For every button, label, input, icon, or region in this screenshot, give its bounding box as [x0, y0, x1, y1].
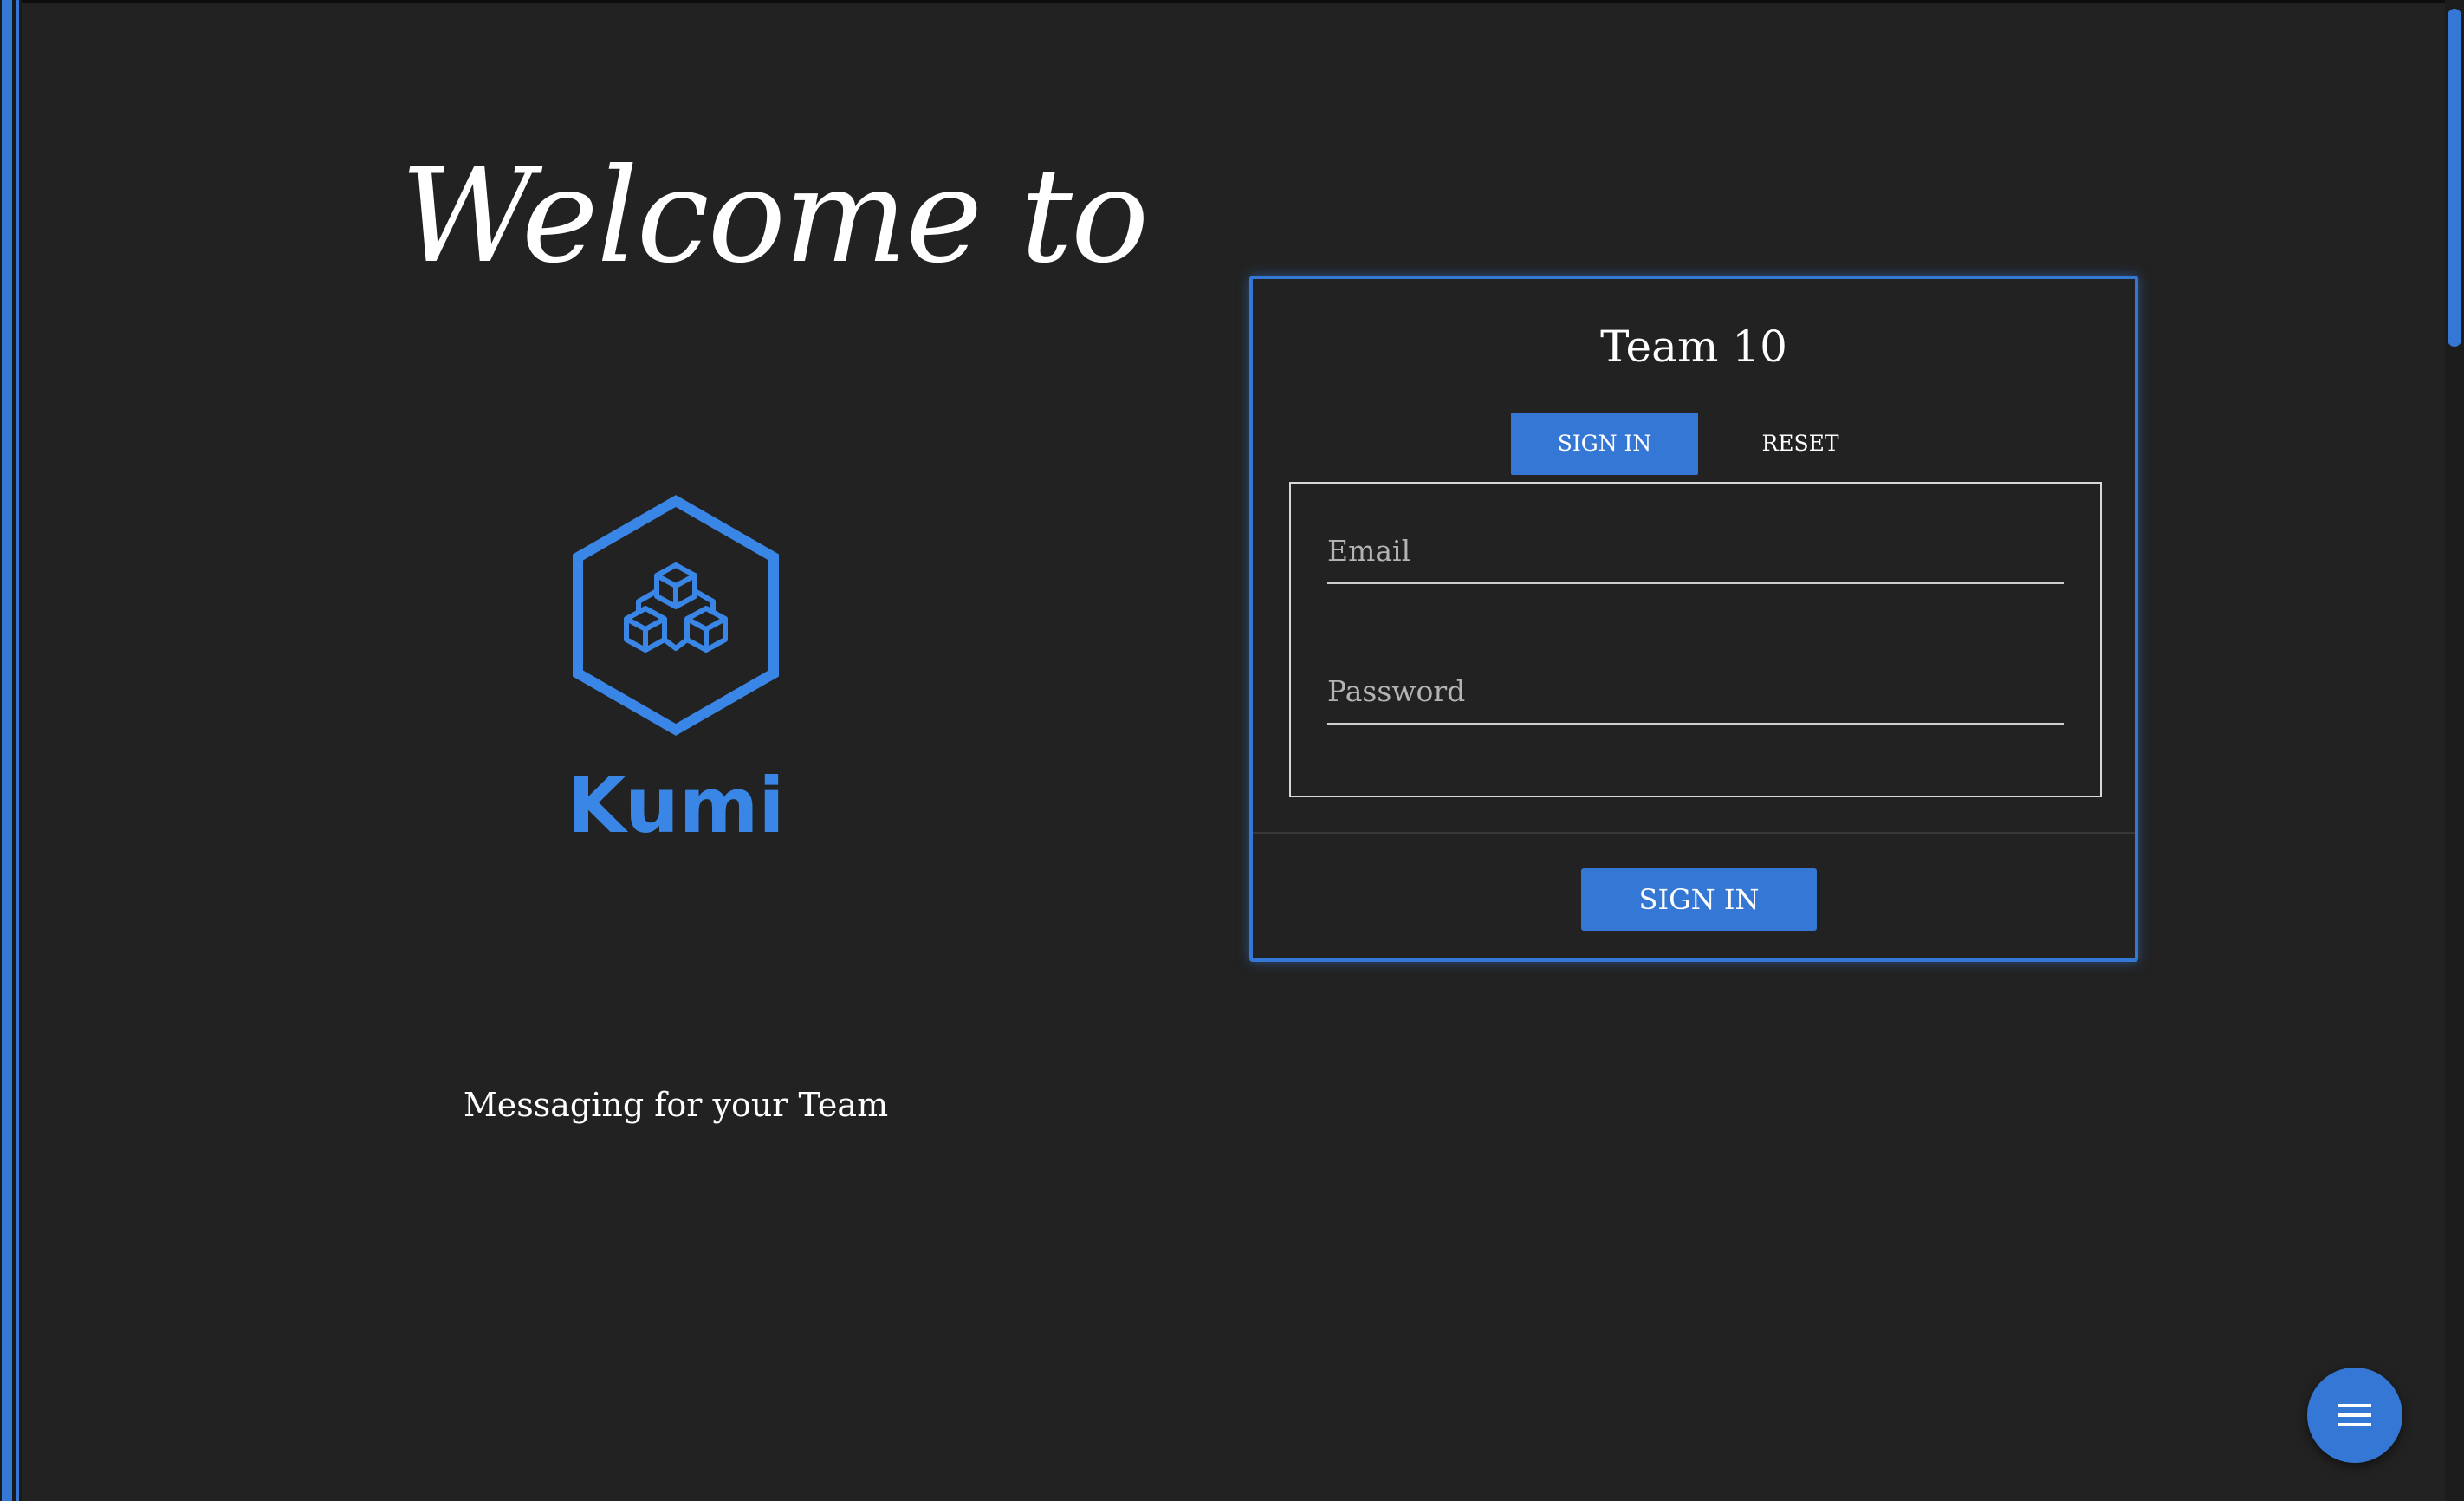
login-card: Team 10 SIGN IN RESET SIGN IN	[1249, 276, 2138, 962]
email-field[interactable]	[1327, 522, 2064, 579]
card-divider	[1253, 832, 2135, 834]
hexagon-cubes-icon	[573, 495, 779, 736]
window-top-border	[0, 0, 2464, 3]
login-form	[1289, 482, 2102, 797]
tab-sign-in[interactable]: SIGN IN	[1511, 413, 1698, 475]
left-accent-bar	[0, 0, 22, 1501]
team-title: Team 10	[1600, 322, 1787, 372]
menu-fab-button[interactable]	[2307, 1368, 2402, 1463]
password-field[interactable]	[1327, 662, 2064, 719]
scrollbar[interactable]	[2445, 0, 2464, 1501]
sign-in-button[interactable]: SIGN IN	[1581, 868, 1817, 931]
email-field-wrapper	[1327, 522, 2064, 584]
brand-name: Kumi	[567, 761, 785, 850]
menu-icon	[2338, 1404, 2371, 1426]
tagline: Messaging for your Team	[463, 1086, 889, 1124]
tab-reset[interactable]: RESET	[1707, 413, 1894, 475]
welcome-heading: Welcome to	[400, 141, 1149, 292]
app-window: Welcome to Kumi Messaging for your Team …	[0, 0, 2464, 1501]
password-field-wrapper	[1327, 662, 2064, 725]
scrollbar-thumb[interactable]	[2448, 9, 2461, 347]
